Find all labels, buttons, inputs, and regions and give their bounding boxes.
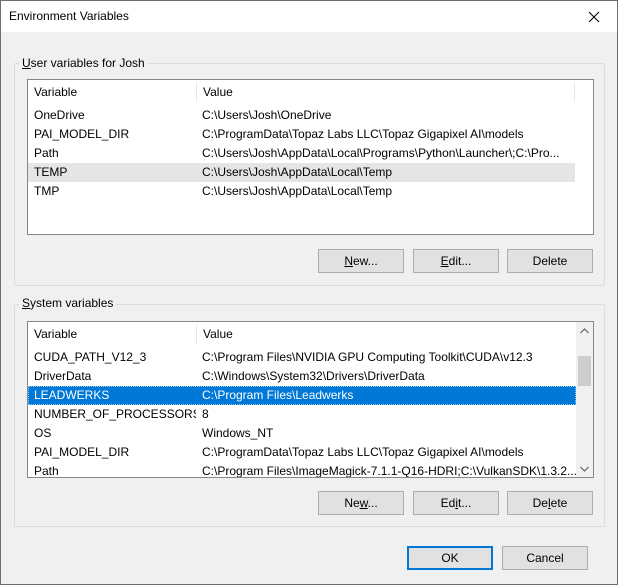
scroll-up-arrow[interactable] — [576, 322, 593, 339]
table-row[interactable]: Path C:\Users\Josh\AppData\Local\Program… — [28, 144, 575, 163]
scroll-down-arrow[interactable] — [576, 460, 593, 477]
system-new-button[interactable]: New... — [318, 491, 404, 515]
user-edit-button[interactable]: Edit... — [413, 249, 499, 273]
chevron-up-icon — [580, 327, 589, 333]
table-row[interactable]: OS Windows_NT — [28, 424, 576, 443]
user-delete-button[interactable]: Delete — [507, 249, 593, 273]
table-row[interactable]: PAI_MODEL_DIR C:\ProgramData\Topaz Labs … — [28, 443, 576, 462]
window-title: Environment Variables — [9, 9, 129, 23]
column-header-value[interactable]: Value — [197, 80, 575, 104]
table-row[interactable]: TMP C:\Users\Josh\AppData\Local\Temp — [28, 182, 575, 201]
table-row[interactable]: PAI_MODEL_DIR C:\ProgramData\Topaz Labs … — [28, 125, 575, 144]
table-row[interactable]: CUDA_PATH_V12_3 C:\Program Files\NVIDIA … — [28, 348, 576, 367]
column-header-variable[interactable]: Variable — [28, 322, 196, 346]
column-header-value[interactable]: Value — [197, 322, 575, 346]
user-variables-list[interactable]: Variable Value OneDrive C:\Users\Josh\On… — [27, 79, 594, 235]
system-edit-button[interactable]: Edit... — [413, 491, 499, 515]
title-bar: Environment Variables — [1, 1, 617, 32]
system-variables-scrollbar[interactable] — [576, 322, 593, 477]
environment-variables-dialog: Environment Variables User variables for… — [0, 0, 618, 585]
system-variables-list[interactable]: Variable Value CUDA_PATH_V12_3 C:\Progra… — [27, 321, 594, 478]
system-variables-header: Variable Value — [28, 322, 576, 346]
table-row[interactable]: OneDrive C:\Users\Josh\OneDrive — [28, 106, 575, 125]
ok-button[interactable]: OK — [407, 546, 493, 570]
system-delete-button[interactable]: Delete — [507, 491, 593, 515]
user-variables-header: Variable Value — [28, 80, 593, 104]
table-row-selected[interactable]: LEADWERKS C:\Program Files\Leadwerks — [28, 386, 576, 405]
table-row[interactable]: Path C:\Program Files\ImageMagick-7.1.1-… — [28, 462, 577, 477]
chevron-down-icon — [580, 466, 589, 472]
user-variables-label: User variables for Josh — [19, 56, 148, 70]
column-header-variable[interactable]: Variable — [28, 80, 196, 104]
system-variables-label: System variables — [19, 296, 117, 310]
table-row[interactable]: TEMP C:\Users\Josh\AppData\Local\Temp — [28, 163, 575, 182]
cancel-button[interactable]: Cancel — [502, 546, 588, 570]
scrollbar-thumb[interactable] — [578, 356, 591, 386]
close-icon — [588, 11, 600, 22]
table-row[interactable]: NUMBER_OF_PROCESSORS 8 — [28, 405, 576, 424]
close-button[interactable] — [571, 1, 617, 32]
user-new-button[interactable]: New... — [318, 249, 404, 273]
table-row[interactable]: DriverData C:\Windows\System32\Drivers\D… — [28, 367, 576, 386]
